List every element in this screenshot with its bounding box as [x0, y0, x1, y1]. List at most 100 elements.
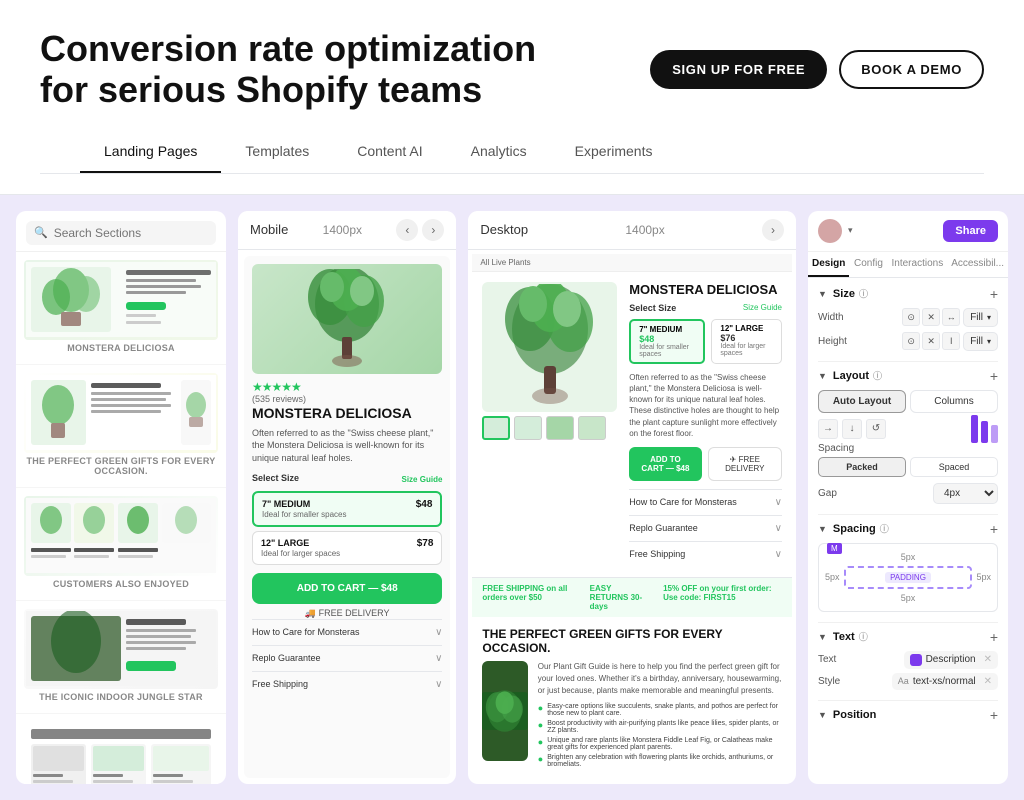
spacing-add-button[interactable]: + — [990, 521, 998, 537]
accordion-care[interactable]: How to Care for Monsteras ∨ — [252, 619, 442, 645]
text-remove-icon[interactable]: ✕ — [984, 654, 992, 665]
desktop-size-1-sub: Ideal for smaller spaces — [639, 344, 695, 358]
bullet-text-4: Brighten any celebration with flowering … — [547, 754, 782, 768]
packed-button[interactable]: Packed — [818, 457, 906, 477]
accordion-shipping-label: Free Shipping — [252, 679, 308, 689]
collapse-arrow-icon: ▼ — [818, 524, 827, 534]
desktop-size-1-name: 7" MEDIUM — [639, 325, 695, 334]
size-option-large[interactable]: 12" LARGE $78 Ideal for larger spaces — [252, 531, 442, 565]
tab-interactions[interactable]: Interactions — [888, 252, 948, 277]
spacing-left-value: 5px — [825, 572, 840, 582]
tab-accessibility[interactable]: Accessibil... — [947, 252, 1008, 277]
desktop-size-medium[interactable]: 7" MEDIUM $48 Ideal for smaller spaces — [629, 319, 705, 364]
height-icon-3[interactable]: I — [942, 332, 960, 350]
preview-header-desktop: Desktop 1400px › — [468, 211, 796, 250]
style-value-select[interactable]: Aa text-xs/normal ✕ — [892, 673, 998, 690]
desktop-main-image — [482, 282, 617, 412]
desktop-thumb-2[interactable] — [514, 416, 542, 440]
nav-item-landing-pages[interactable]: Landing Pages — [80, 131, 221, 173]
desktop-second-content: Our Plant Gift Guide is here to help you… — [482, 661, 782, 771]
size-large-name: 12" LARGE — [261, 538, 309, 549]
width-icon-3[interactable]: ↔ — [942, 308, 960, 326]
accordion-shipping[interactable]: Free Shipping ∨ — [252, 671, 442, 697]
width-value-select[interactable]: Fill ▾ — [963, 308, 998, 327]
tab-config[interactable]: Config — [849, 252, 887, 277]
preview-arrow-right[interactable]: › — [422, 219, 444, 241]
spaced-button[interactable]: Spaced — [910, 457, 998, 477]
auto-layout-button[interactable]: Auto Layout — [818, 390, 906, 413]
direction-arrow-down[interactable]: ↓ — [842, 419, 862, 439]
desktop-free-delivery[interactable]: ✈ FREE DELIVERY — [708, 447, 782, 481]
bullet-item-1: ● Easy-care options like succulents, sna… — [538, 703, 782, 717]
height-icon-group: ⊙ ✕ I — [902, 332, 960, 350]
size-guide-link-desktop[interactable]: Size Guide — [743, 303, 782, 312]
desktop-accordion-care[interactable]: How to Care for Monsteras ∨ — [629, 489, 782, 515]
desktop-accordion-guarantee[interactable]: Replo Guarantee ∨ — [629, 515, 782, 541]
right-panel: ▾ Share Design Config Interactions Acces… — [808, 211, 1008, 784]
size-section: ▼ Size ⓘ + Width ⊙ ✕ ↔ — [818, 286, 998, 351]
signup-button[interactable]: SIGN UP FOR FREE — [650, 50, 827, 89]
desktop-accordion-shipping[interactable]: Free Shipping ∨ — [629, 541, 782, 567]
demo-button[interactable]: BOOK A DEMO — [839, 50, 984, 89]
layout-toggle: Auto Layout Columns — [818, 390, 998, 413]
info-icon: ⓘ — [873, 369, 882, 382]
collapse-arrow-icon: ▼ — [818, 632, 827, 642]
tab-design[interactable]: Design — [808, 252, 849, 277]
dropdown-arrow-icon[interactable]: ▾ — [848, 225, 853, 236]
layout-section-title: ▼ Layout ⓘ — [818, 369, 882, 382]
size-guide-link[interactable]: Size Guide — [402, 475, 443, 484]
columns-button[interactable]: Columns — [910, 390, 998, 413]
width-icon-2[interactable]: ✕ — [922, 308, 940, 326]
accordion-guarantee[interactable]: Replo Guarantee ∨ — [252, 645, 442, 671]
gap-label: Gap — [818, 488, 837, 499]
height-value-select[interactable]: Fill ▾ — [963, 332, 998, 351]
size-select-row: Select Size Size Guide — [629, 303, 782, 313]
nav-item-experiments[interactable]: Experiments — [551, 131, 677, 173]
header-title: Conversion rate optimization for serious… — [40, 28, 536, 111]
preview-arrow-right-desktop[interactable]: › — [762, 219, 784, 241]
desktop-second-image — [482, 661, 527, 761]
height-icon-2[interactable]: ✕ — [922, 332, 940, 350]
size-option-medium[interactable]: 7" MEDIUM $48 Ideal for smaller spaces — [252, 491, 442, 527]
share-button[interactable]: Share — [943, 220, 998, 242]
search-bar[interactable]: 🔍 — [26, 221, 216, 245]
gap-select[interactable]: 4px — [933, 483, 998, 504]
desktop-thumb-1[interactable] — [482, 416, 510, 440]
style-remove-icon[interactable]: ✕ — [984, 676, 992, 687]
size-add-button[interactable]: + — [990, 286, 998, 302]
text-value-select[interactable]: Description ✕ — [904, 651, 998, 669]
width-icon-1[interactable]: ⊙ — [902, 308, 920, 326]
position-add-button[interactable]: + — [990, 707, 998, 723]
list-item[interactable]: CUSTOMERS ALSO ENJOYED — [16, 488, 226, 601]
text-label: Text — [833, 631, 855, 643]
mobile-preview-panel: Mobile 1400px ‹ › — [238, 211, 456, 784]
accordion-guarantee-label: Replo Guarantee — [252, 653, 321, 663]
desktop-thumb-3[interactable] — [546, 416, 574, 440]
layout-add-button[interactable]: + — [990, 368, 998, 384]
position-section-title: ▼ Position — [818, 709, 876, 721]
direction-arrow-right[interactable]: → — [818, 419, 838, 439]
text-value-text: Description — [926, 654, 976, 665]
nav-item-analytics[interactable]: Analytics — [447, 131, 551, 173]
list-item[interactable]: MONSTERA DELICIOSA — [16, 252, 226, 365]
list-item[interactable]: What Clients Are Saying — [16, 714, 226, 784]
height-icon-1[interactable]: ⊙ — [902, 332, 920, 350]
desktop-size-large[interactable]: 12" LARGE $76 Ideal for larger spaces — [711, 319, 782, 364]
text-add-button[interactable]: + — [990, 629, 998, 645]
nav-item-content-ai[interactable]: Content AI — [333, 131, 446, 173]
list-item[interactable]: THE ICONIC INDOOR JUNGLE STAR — [16, 601, 226, 714]
collapse-arrow-icon: ▼ — [818, 289, 827, 299]
nav-item-templates[interactable]: Templates — [221, 131, 333, 173]
desktop-thumb-4[interactable] — [578, 416, 606, 440]
search-input[interactable] — [54, 226, 208, 240]
accordion-care-label: How to Care for Monsteras — [252, 627, 360, 637]
bullet-text-1: Easy-care options like succulents, snake… — [547, 703, 782, 717]
list-item[interactable]: THE PERFECT GREEN GIFTS FOR EVERY OCCASI… — [16, 365, 226, 488]
chevron-down-icon: ∨ — [435, 679, 442, 690]
direction-arrow-reverse[interactable]: ↺ — [866, 419, 886, 439]
gap-row: Gap 4px — [818, 483, 998, 504]
main-area: 🔍 — [0, 195, 1024, 800]
preview-arrow-left[interactable]: ‹ — [396, 219, 418, 241]
desktop-add-to-cart[interactable]: ADD TO CART — $48 — [629, 447, 701, 481]
add-to-cart-button-mobile[interactable]: ADD TO CART — $48 — [252, 573, 442, 604]
